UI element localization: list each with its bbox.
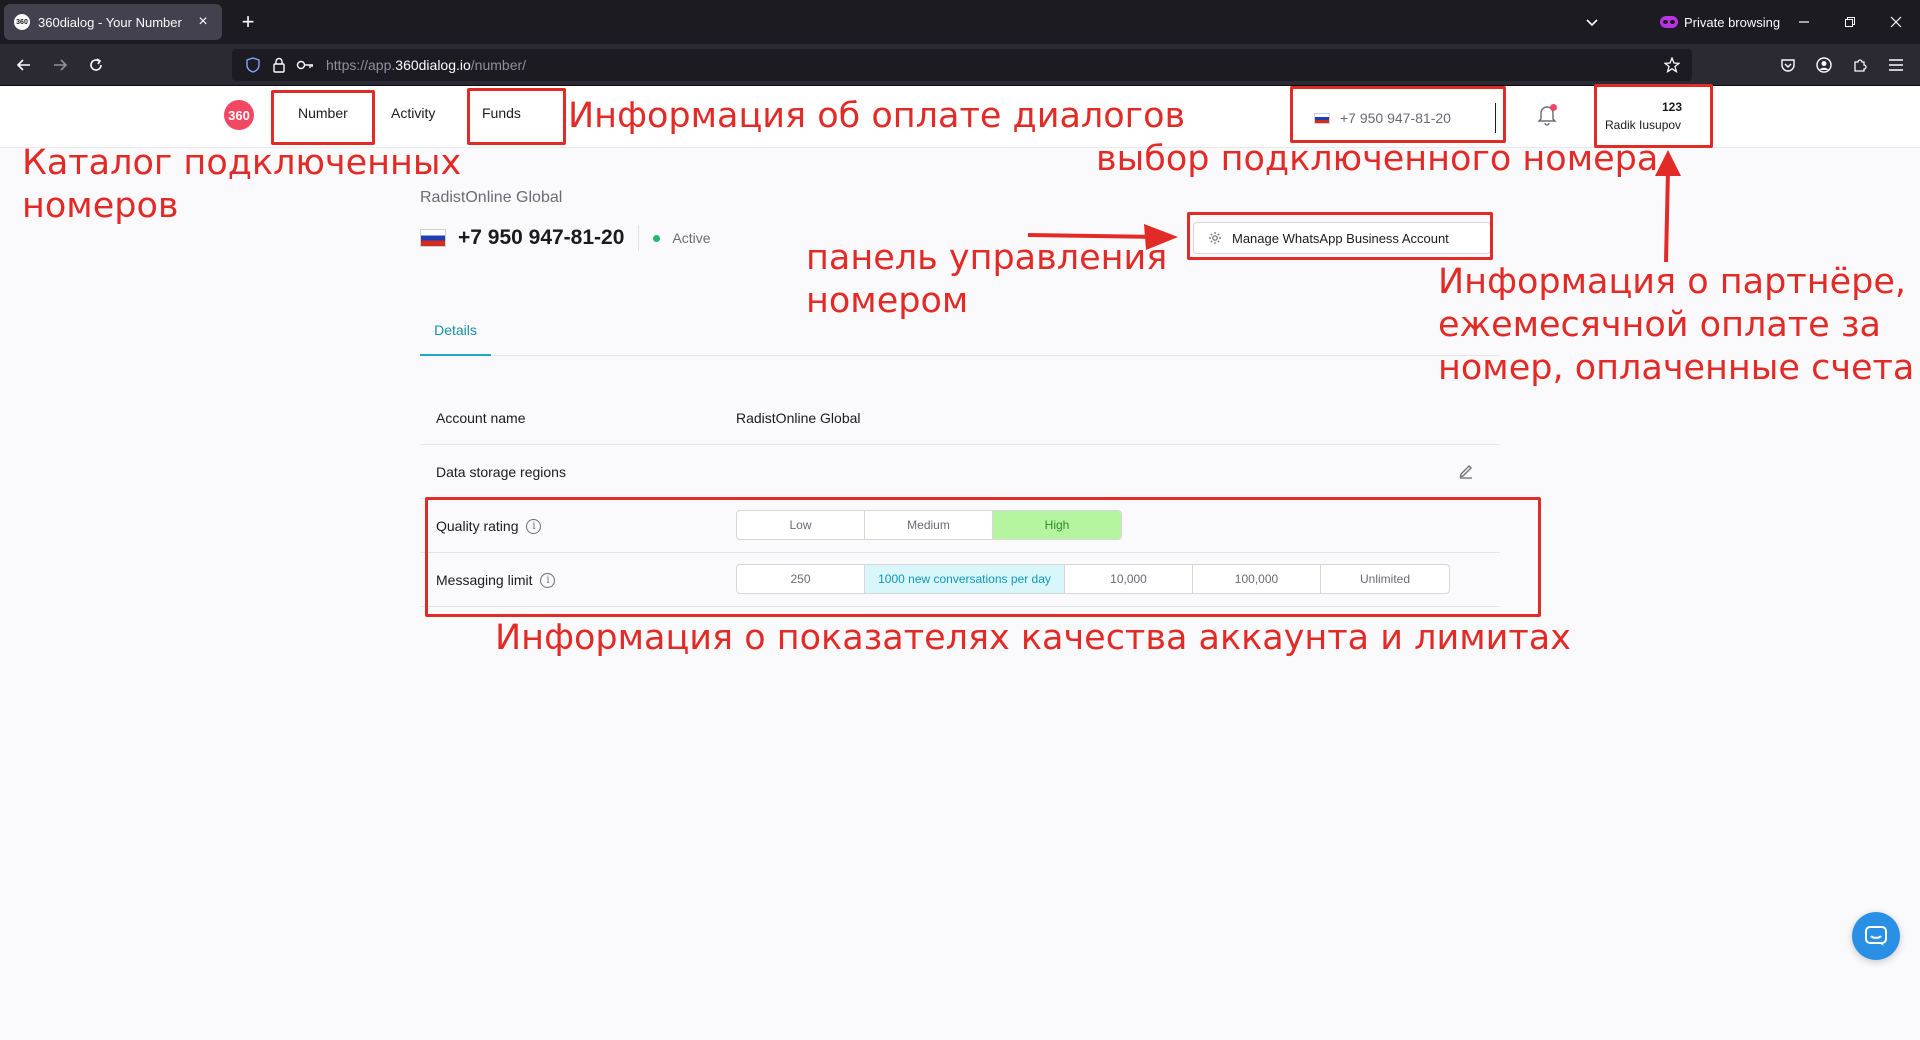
menu-icon[interactable] — [1882, 51, 1910, 79]
key-icon[interactable] — [294, 54, 316, 76]
private-mask-icon — [1660, 16, 1678, 28]
annotation-catalog-line1: Каталог подключенных — [22, 143, 462, 183]
annotation-funds: Информация об оплате диалогов — [568, 96, 1186, 136]
annotation-panel-line2: номером — [806, 281, 969, 321]
browser-tab[interactable]: 360 360dialog - Your Number × — [4, 4, 222, 40]
bookmark-star-icon[interactable] — [1660, 53, 1684, 77]
divider — [638, 225, 640, 251]
account-name-label: Account name — [436, 410, 526, 426]
annotation-partner-line2: ежемесячной оплате за — [1438, 305, 1881, 345]
annotation-box-quality — [425, 497, 1541, 617]
storage-label: Data storage regions — [436, 464, 566, 480]
phone-number-title: +7 950 947-81-20 — [458, 226, 625, 249]
annotation-catalog-line2: номеров — [22, 186, 179, 226]
arrow-to-partner-info — [1655, 150, 1681, 263]
annotation-box-number — [271, 90, 375, 145]
status-badge: Active — [672, 230, 711, 246]
account-icon[interactable] — [1810, 51, 1838, 79]
annotation-box-funds — [467, 88, 566, 145]
private-browsing-label: Private browsing — [1684, 14, 1781, 30]
annotation-box-phone-select — [1290, 86, 1506, 143]
logo[interactable]: 360 — [224, 100, 254, 130]
lock-icon[interactable] — [268, 54, 290, 76]
restore-icon[interactable] — [1836, 10, 1864, 34]
new-tab-icon[interactable]: + — [234, 8, 262, 36]
tab-title: 360dialog - Your Number — [38, 14, 182, 30]
url-text: https://app.360dialog.io/number/ — [326, 57, 527, 73]
annotation-partner-line1: Информация о партнёре, — [1438, 262, 1906, 302]
chat-widget-button[interactable] — [1852, 912, 1900, 960]
url-bar[interactable]: https://app.360dialog.io/number/ — [232, 49, 1692, 81]
private-browsing-indicator: Private browsing — [1660, 12, 1780, 32]
annotation-partner-line3: номер, оплаченные счета — [1438, 348, 1915, 388]
account-name-value: RadistOnline Global — [736, 410, 861, 426]
russia-flag-icon — [420, 229, 446, 247]
annotation-number-select: выбор подключенного номера — [1096, 139, 1659, 179]
pocket-icon[interactable] — [1774, 51, 1802, 79]
chat-icon — [1865, 926, 1887, 946]
back-icon[interactable] — [10, 51, 38, 79]
notification-dot — [1550, 104, 1557, 111]
row-account-name: Account name RadistOnline Global — [420, 391, 1500, 445]
tab-favicon-icon: 360 — [14, 14, 30, 30]
annotation-quality: Информация о показателях качества аккаун… — [495, 618, 1571, 658]
annotation-box-manage — [1187, 212, 1493, 260]
browser-navbar: https://app.360dialog.io/number/ — [0, 44, 1920, 86]
extensions-icon[interactable] — [1846, 51, 1874, 79]
chevron-down-icon[interactable] — [1580, 10, 1604, 34]
pencil-icon[interactable] — [1458, 463, 1474, 479]
shield-icon[interactable] — [242, 54, 264, 76]
browser-tabbar: 360 360dialog - Your Number × + Private … — [0, 0, 1920, 44]
minimize-icon[interactable] — [1790, 10, 1818, 34]
row-data-storage: Data storage regions — [420, 445, 1500, 499]
forward-icon[interactable] — [46, 51, 74, 79]
tab-details[interactable]: Details — [420, 304, 491, 356]
nav-activity[interactable]: Activity — [391, 105, 435, 121]
annotation-panel-line1: панель управления — [806, 238, 1168, 278]
close-window-icon[interactable] — [1882, 10, 1910, 34]
tab-close-icon[interactable]: × — [194, 13, 212, 31]
number-summary: +7 950 947-81-20 Active — [420, 224, 711, 252]
account-subtitle: RadistOnline Global — [420, 189, 563, 206]
reload-icon[interactable] — [82, 51, 110, 79]
status-dot — [653, 234, 661, 242]
